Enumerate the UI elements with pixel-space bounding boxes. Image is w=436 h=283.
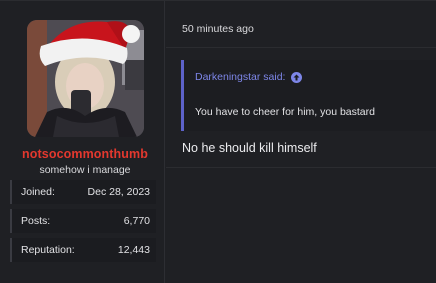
quote-text: You have to cheer for him, you bastard xyxy=(195,106,375,118)
message-panel: 50 minutes ago Darkeningstar said: You h… xyxy=(166,1,436,283)
quote-attribution[interactable]: Darkeningstar said: xyxy=(195,71,303,83)
avatar[interactable] xyxy=(27,20,144,137)
stat-value[interactable]: 6,770 xyxy=(124,215,150,227)
quote-author[interactable]: Darkeningstar said: xyxy=(195,71,285,83)
santa-hat-icon xyxy=(39,21,140,66)
post-message: No he should kill himself xyxy=(182,141,317,155)
stat-label: Reputation: xyxy=(21,244,75,256)
stat-label: Joined: xyxy=(21,186,55,198)
divider xyxy=(166,167,436,168)
arrow-up-circle-icon[interactable] xyxy=(291,71,303,83)
stat-posts: Posts: 6,770 xyxy=(10,209,156,233)
stat-reputation: Reputation: 12,443 xyxy=(10,238,156,262)
stat-value: Dec 28, 2023 xyxy=(87,186,150,198)
forum-post: notsocommonthumb somehow i manage Joined… xyxy=(0,0,436,283)
stat-joined: Joined: Dec 28, 2023 xyxy=(10,180,156,204)
stat-label: Posts: xyxy=(21,215,51,227)
username[interactable]: notsocommonthumb xyxy=(0,147,170,161)
user-info-panel: notsocommonthumb somehow i manage Joined… xyxy=(0,1,165,283)
quote-block: Darkeningstar said: You have to cheer fo… xyxy=(181,60,436,131)
user-title: somehow i manage xyxy=(39,164,131,176)
user-stats: Joined: Dec 28, 2023 Posts: 6,770 Reputa… xyxy=(10,180,156,267)
post-timestamp[interactable]: 50 minutes ago xyxy=(182,23,254,35)
divider xyxy=(166,47,436,48)
stat-value: 12,443 xyxy=(117,244,150,256)
